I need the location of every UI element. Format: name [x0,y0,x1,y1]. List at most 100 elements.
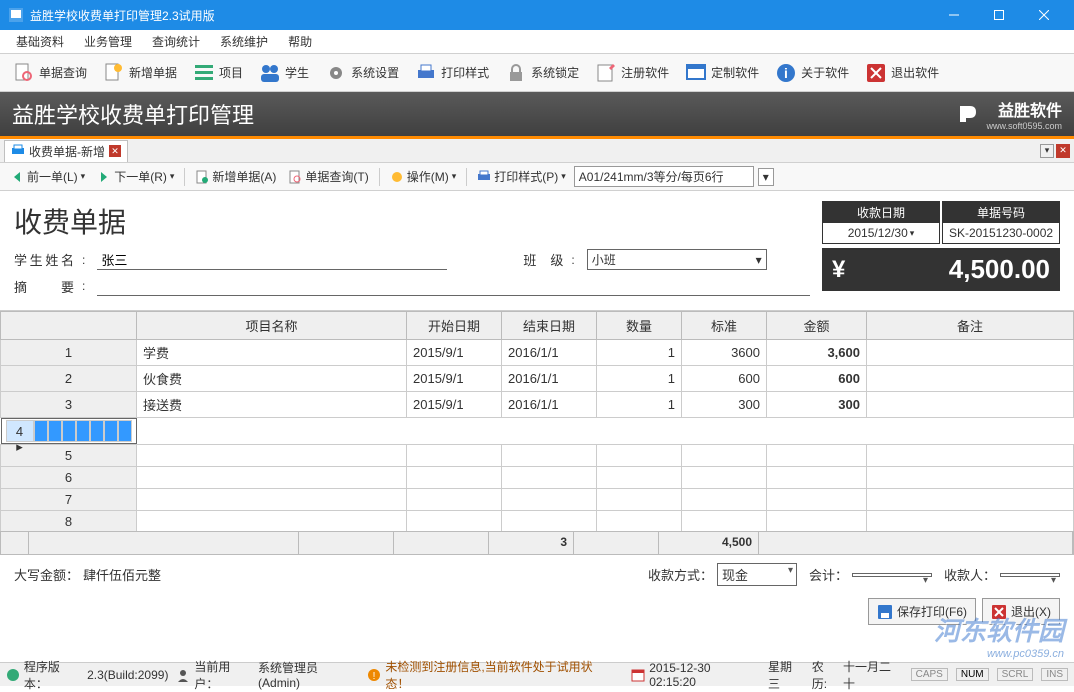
ins-indicator: INS [1041,668,1068,681]
lunar-label: 农历: [812,658,839,692]
menu-business[interactable]: 业务管理 [74,31,142,52]
student-input[interactable] [97,250,447,270]
user-value: 系统管理员(Admin) [258,659,359,690]
calendar-icon [631,668,645,682]
people-icon [259,62,281,84]
titlebar: 益胜学校收费单打印管理2.3试用版 [0,0,1074,30]
table-row[interactable]: 1学费2015/9/12016/1/1136003,600 [1,340,1074,366]
total-amount-box: ¥ 4,500.00 [822,248,1060,291]
save-print-button[interactable]: 保存打印(F6) [868,598,976,625]
caps-indicator: CAPS [911,668,948,681]
save-icon [877,604,893,620]
receipt-header: 收费单据 学生姓名: 班级: 小班▾ 摘 要: 收款日期 2015/12/30▾… [0,191,1074,311]
print-style-button[interactable]: 打印样式(P)▾ [473,166,570,187]
form-title: 收费单据 [14,201,810,241]
prev-doc-button[interactable]: 前一单(L)▾ [6,166,89,187]
menu-query[interactable]: 查询统计 [142,31,210,52]
toolbar-edit[interactable]: 注册软件 [588,57,676,89]
table-row[interactable]: 7 [1,489,1074,511]
payee-select[interactable] [1000,573,1060,577]
payee-label: 收款人： [944,565,996,584]
footer-fields: 大写金额：肆仟伍佰元整 收款方式：现金 会计： 收款人： [0,555,1074,592]
banner: 益胜学校收费单打印管理 益胜软件 www.soft0595.com [0,92,1074,136]
edit-icon [595,62,617,84]
tab-label: 收费单据-新增 [29,143,105,160]
statusbar: 程序版本：2.3(Build:2099) 当前用户：系统管理员(Admin) !… [0,662,1074,686]
table-row[interactable]: 8 [1,511,1074,532]
printer-icon [415,62,437,84]
table-row[interactable]: 5 [1,445,1074,467]
ops-button[interactable]: 操作(M)▾ [386,166,461,187]
toolbar-lock[interactable]: 系统锁定 [498,57,586,89]
brand-name: 益胜软件 [986,97,1062,121]
date-picker[interactable]: 2015/12/30▾ [823,223,939,243]
menu-system[interactable]: 系统维护 [210,31,278,52]
toolbar-info[interactable]: i关于软件 [768,57,856,89]
line-items-grid[interactable]: 项目名称开始日期结束日期数量标准金额备注 1学费2015/9/12016/1/1… [0,311,1074,531]
warn-icon: ! [367,668,381,682]
exit-button[interactable]: 退出(X) [982,598,1060,625]
class-label: 班级 [523,250,563,269]
summary-input[interactable] [97,276,810,296]
print-style-select[interactable]: A01/241mm/3等分/每页6行 [574,166,754,187]
info-icon: i [775,62,797,84]
svg-text:!: ! [373,671,376,682]
toolbar-printer[interactable]: 打印样式 [408,57,496,89]
info-icon [6,668,20,682]
chevron-down-icon: ▾ [756,253,762,267]
weekday: 星期三 [768,658,804,692]
sum-qty: 3 [489,532,574,554]
new-doc-button[interactable]: 新增单据(A) [191,166,280,187]
new-doc-icon [103,62,125,84]
menu-basic[interactable]: 基础资料 [6,31,74,52]
exit-icon [865,62,887,84]
print-style-dropdown-icon[interactable]: ▾ [758,168,774,186]
next-doc-button[interactable]: 下一单(R)▾ [93,166,178,187]
document-tabs: 收费单据-新增 ✕ ▾ ✕ [0,139,1074,163]
window-icon [685,62,707,84]
action-bar: 保存打印(F6) 退出(X) [0,592,1074,631]
brand-logo-icon [956,102,980,126]
table-row[interactable]: 3接送费2015/9/12016/1/11300300 [1,392,1074,418]
toolbar-search-doc[interactable]: 单据查询 [6,57,94,89]
tab-close-all-icon[interactable]: ✕ [1056,144,1070,158]
brand-logo-block: 益胜软件 www.soft0595.com [956,97,1062,131]
close-button[interactable] [1021,0,1066,30]
tab-dropdown-icon[interactable]: ▾ [1040,144,1054,158]
svg-text:i: i [784,65,788,81]
search-doc-icon [13,62,35,84]
toolbar-exit[interactable]: 退出软件 [858,57,946,89]
printer-icon [11,144,25,158]
menu-help[interactable]: 帮助 [278,31,322,52]
table-row[interactable]: 2伙食费2015/9/12016/1/11600600 [1,366,1074,392]
toolbar-new-doc[interactable]: 新增单据 [96,57,184,89]
maximize-button[interactable] [976,0,1021,30]
query-doc-button[interactable]: 单据查询(T) [284,166,372,187]
toolbar-list[interactable]: 项目 [186,57,250,89]
table-row[interactable]: 6 [1,467,1074,489]
app-icon [8,7,24,23]
paymethod-label: 收款方式： [648,565,713,584]
paymethod-select[interactable]: 现金 [717,563,797,586]
tab-close-icon[interactable]: ✕ [109,145,121,157]
main-toolbar: 单据查询新增单据项目学生系统设置打印样式系统锁定注册软件定制软件i关于软件退出软… [0,54,1074,92]
lock-icon [505,62,527,84]
total-amount: 4,500.00 [853,254,1050,285]
toolbar-people[interactable]: 学生 [252,57,316,89]
num-indicator: NUM [956,668,989,681]
toolbar-window[interactable]: 定制软件 [678,57,766,89]
gear-icon [325,62,347,84]
brand-url: www.soft0595.com [986,121,1062,131]
minimize-button[interactable] [931,0,976,30]
window-title: 益胜学校收费单打印管理2.3试用版 [30,7,931,24]
summary-label: 摘 要 [14,277,74,296]
accountant-select[interactable] [852,573,932,577]
docno-header: 单据号码 [943,202,1059,223]
student-label: 学生姓名 [14,250,74,269]
user-icon [176,668,190,682]
tab-new-receipt[interactable]: 收费单据-新增 ✕ [4,140,128,162]
class-select[interactable]: 小班▾ [587,249,767,270]
warn-text: 未检测到注册信息,当前软件处于试用状态！ [385,658,615,692]
table-row[interactable]: 4 ▸ [1,418,137,444]
toolbar-gear[interactable]: 系统设置 [318,57,406,89]
